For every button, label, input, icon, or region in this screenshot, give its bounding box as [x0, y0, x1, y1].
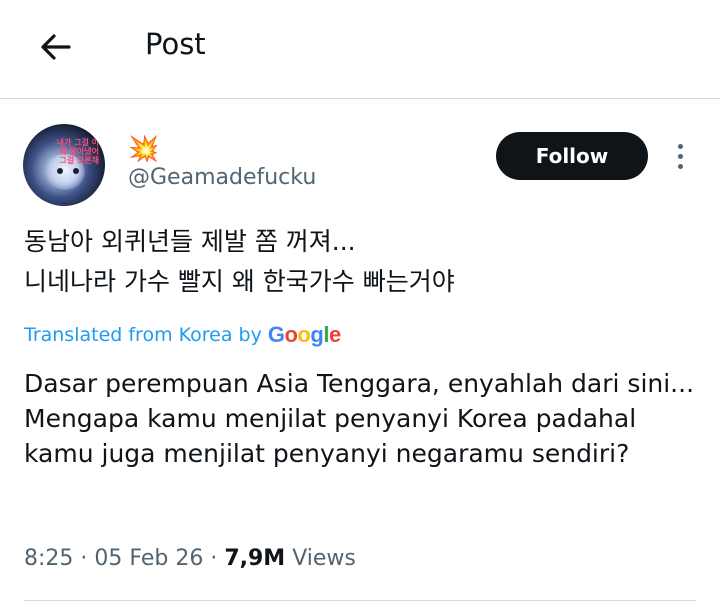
- google-logo: Google: [267, 322, 341, 347]
- translated-from-label: Translated from Korea by: [24, 324, 262, 346]
- more-dot: [677, 163, 683, 169]
- back-button[interactable]: [30, 22, 80, 72]
- translation-line-1: Dasar perempuan Asia Tenggara, enyahlah …: [24, 369, 695, 398]
- meta-separator: ·: [203, 546, 225, 571]
- meta-space: [285, 546, 292, 571]
- avatar-eye-right: [73, 168, 79, 174]
- translation-attribution[interactable]: Translated from Korea by Google: [24, 320, 341, 350]
- avatar[interactable]: 내가 그걸 이제 알아냈어 그걸 모른채: [23, 124, 105, 206]
- post-translation-text: Dasar perempuan Asia Tenggara, enyahlah …: [24, 366, 704, 471]
- original-line-1: 동남아 외퀴년들 제발 쫌 꺼져...: [24, 227, 356, 256]
- post-meta: 8:25 · 05 Feb 26 · 7,9M Views: [24, 546, 356, 571]
- meta-separator: ·: [73, 546, 95, 571]
- top-bar: Post: [0, 0, 720, 99]
- original-line-2: 니네나라 가수 빨지 왜 한국가수 빠는거야: [24, 267, 455, 296]
- page-title: Post: [145, 27, 206, 61]
- more-vertical-icon: [677, 143, 683, 149]
- views-count: 7,9M: [224, 546, 286, 571]
- display-name-emoji[interactable]: 💥: [128, 135, 159, 163]
- views-label: Views: [292, 546, 356, 571]
- more-options-button[interactable]: [668, 136, 692, 176]
- author-handle[interactable]: @Geamadefucku: [128, 165, 316, 190]
- avatar-eye-left: [57, 168, 63, 174]
- post-original-text: 동남아 외퀴년들 제발 쫌 꺼져... 니네나라 가수 빨지 왜 한국가수 빠는…: [24, 222, 704, 302]
- divider: [24, 600, 696, 601]
- translation-line-2: Mengapa kamu menjilat penyanyi Korea pad…: [24, 404, 637, 468]
- post-time[interactable]: 8:25: [24, 546, 73, 571]
- more-dot: [677, 153, 683, 159]
- follow-button[interactable]: Follow: [496, 132, 648, 180]
- avatar-text: 내가 그걸 이제 알아냈어 그걸 모른채: [56, 138, 99, 165]
- post-date[interactable]: 05 Feb 26: [94, 546, 203, 571]
- arrow-left-icon: [41, 34, 71, 60]
